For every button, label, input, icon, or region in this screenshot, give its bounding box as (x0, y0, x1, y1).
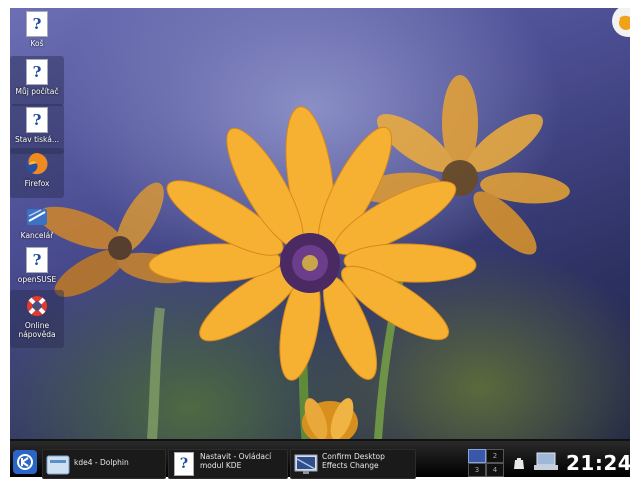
desktop-icon-label: Můj počítač (15, 87, 59, 96)
desktop-icon-trash[interactable]: ? Koš (10, 8, 64, 58)
lifebuoy-icon (27, 296, 47, 316)
desktop-icon-label: Kancelář (20, 231, 54, 240)
question-file-icon: ? (25, 107, 49, 133)
network-monitor-icon[interactable] (534, 451, 558, 471)
task-label: Confirm Desktop Effects Change (322, 452, 385, 470)
desktop-icon-opensuse[interactable]: ? openSUSE (10, 244, 64, 294)
desktop-icon-label: Online nápověda (18, 321, 56, 339)
desktop-icon-firefox[interactable]: Firefox (10, 148, 64, 198)
question-file-icon: ? (172, 452, 196, 476)
desktop-icon-label: Stav tiská... (14, 135, 59, 144)
desktop-icon-label: Firefox (24, 179, 50, 188)
desktop-icon-printer-status[interactable]: ? Stav tiská... (10, 104, 64, 154)
pager-desktop-2[interactable]: 2 (486, 449, 504, 463)
question-file-icon: ? (25, 59, 49, 85)
wallpaper-flower (38, 75, 570, 439)
display-icon (294, 454, 318, 474)
question-file-icon: ? (25, 247, 49, 273)
task-label: kde4 - Dolphin (74, 458, 129, 467)
desktop-pager[interactable]: 2 3 4 (468, 449, 506, 477)
kde-menu-button[interactable] (12, 449, 38, 475)
pager-desktop-1[interactable] (468, 449, 486, 463)
firefox-icon (26, 153, 48, 175)
task-label: Nastavit - Ovládací modul KDE (200, 452, 272, 470)
desktop-icon-my-computer[interactable]: ? Můj počítač (10, 56, 64, 106)
office-icon (27, 209, 47, 225)
desktop-icon-label: Koš (30, 39, 44, 48)
question-file-icon: ? (25, 11, 49, 37)
desktop-icon-office[interactable]: Kancelář (10, 200, 64, 250)
taskbar: kde4 - Dolphin ? Nastavit - Ovládací mod… (10, 439, 630, 479)
desktop[interactable]: ? Koš ? Můj počítač ? Stav tiská... Fire… (10, 8, 630, 439)
clock[interactable]: 21:24 (566, 451, 630, 475)
clipboard-icon[interactable] (512, 457, 526, 471)
desktop-toolbox-icon[interactable] (606, 8, 630, 38)
desktop-icon-label: openSUSE (17, 275, 57, 284)
desktop-icon-online-help[interactable]: Online nápověda (10, 290, 64, 348)
dolphin-folder-icon (46, 455, 70, 475)
